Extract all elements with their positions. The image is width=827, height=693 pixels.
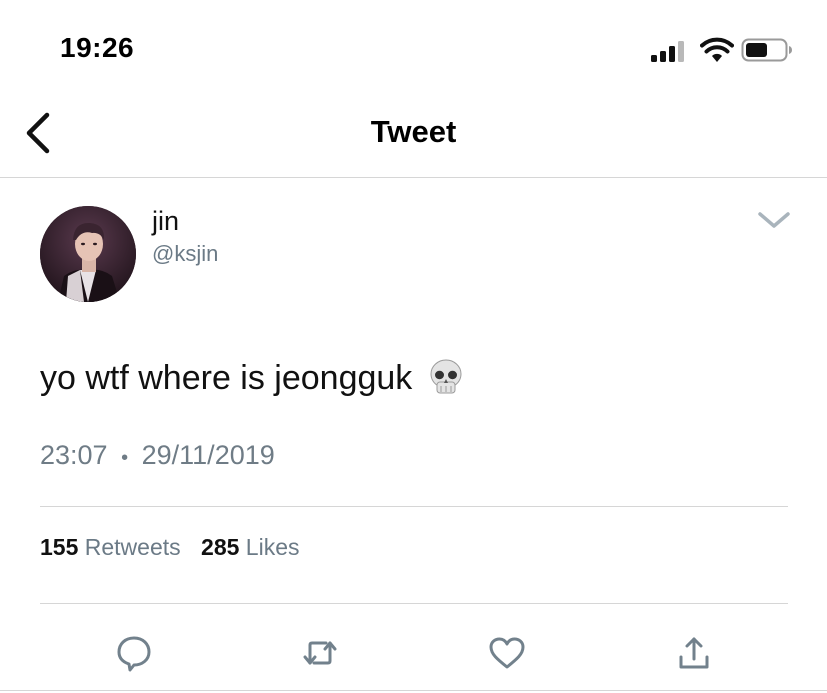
- tweet-time: 23:07: [40, 440, 108, 470]
- retweet-icon: [303, 641, 337, 665]
- tweet-date: 29/11/2019: [141, 440, 275, 470]
- like-button[interactable]: [487, 633, 527, 673]
- likes-label: Likes: [245, 534, 300, 560]
- retweets-count: 155: [40, 534, 79, 560]
- navigation-bar: Tweet: [0, 96, 827, 178]
- retweet-button[interactable]: [300, 633, 340, 673]
- skull-emoji-icon: [430, 359, 462, 394]
- retweets-label: Retweets: [84, 534, 181, 560]
- status-time: 19:26: [60, 32, 135, 63]
- cellular-signal-icon: [651, 41, 684, 62]
- tweet-timestamp: 23:07 • 29/11/2019: [40, 440, 275, 471]
- reply-button[interactable]: [114, 633, 154, 673]
- share-button[interactable]: [674, 633, 714, 673]
- page-title: Tweet: [370, 114, 457, 149]
- tweet-stats: 155 Retweets 285 Likes: [40, 534, 300, 561]
- share-icon: [679, 637, 709, 669]
- heart-icon: [489, 637, 525, 669]
- avatar[interactable]: [40, 206, 136, 302]
- tweet-body: yo wtf where is jeongguk: [40, 358, 413, 397]
- status-bar: 19:26: [0, 0, 827, 96]
- author-name[interactable]: jin: [152, 206, 179, 237]
- meta-separator: •: [121, 447, 129, 469]
- retweets-stat[interactable]: 155 Retweets: [40, 534, 181, 561]
- likes-stat[interactable]: 285 Likes: [201, 534, 299, 561]
- tweet-text: yo wtf where is jeongguk: [40, 358, 466, 398]
- divider: [40, 506, 788, 507]
- wifi-icon: [700, 37, 734, 62]
- more-options-button[interactable]: [756, 208, 792, 232]
- tweet-detail: jin @ksjin yo wtf where is jeongguk 23:0…: [0, 178, 827, 693]
- divider: [0, 690, 827, 691]
- reply-icon: [117, 636, 151, 672]
- likes-count: 285: [201, 534, 240, 560]
- author-handle[interactable]: @ksjin: [152, 241, 218, 267]
- chevron-down-icon: [758, 212, 790, 228]
- battery-icon: [741, 38, 792, 62]
- divider: [40, 603, 788, 604]
- tweet-actions: [0, 633, 827, 679]
